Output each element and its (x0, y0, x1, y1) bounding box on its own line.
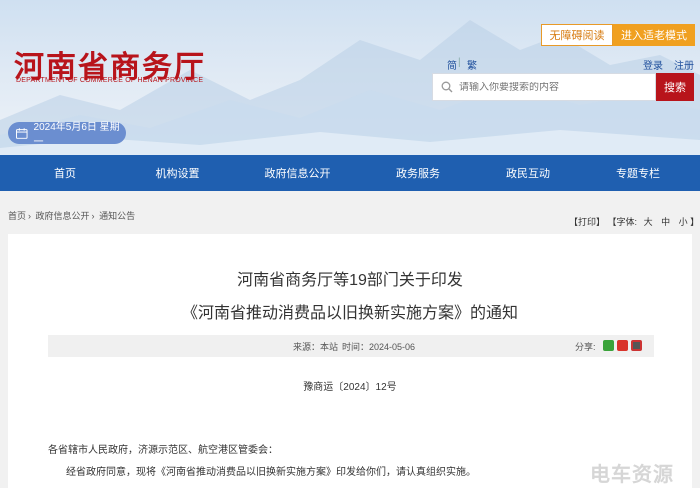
nav-item-topics[interactable]: 专题专栏 (602, 155, 674, 191)
lang-separator: | (458, 57, 461, 68)
breadcrumb-separator: › (91, 211, 95, 221)
breadcrumb-notices[interactable]: 通知公告 (99, 211, 135, 221)
font-small-button[interactable]: 小 (679, 217, 688, 227)
calendar-icon (16, 127, 28, 139)
register-link[interactable]: 注册 (674, 57, 694, 72)
search-input[interactable] (459, 81, 649, 93)
article-tools: 【打印】 【字体: 大 中 小 】 (569, 215, 699, 228)
nav-item-organization[interactable]: 机构设置 (140, 155, 215, 191)
article-title-line1: 河南省商务厅等19部门关于印发 (237, 272, 463, 289)
date-text: 2024年5月6日 星期一 (33, 122, 120, 148)
font-large-button[interactable]: 大 (644, 217, 653, 227)
breadcrumb-home[interactable]: 首页 (8, 211, 26, 221)
article-title-line2: 《河南省推动消费品以旧换新实施方案》的通知 (181, 305, 518, 322)
wechat-share-icon[interactable] (603, 340, 614, 351)
article-time: 时间：2024-05-06 (342, 342, 416, 352)
breadcrumb-gov-info[interactable]: 政府信息公开 (36, 211, 90, 221)
weibo-share-icon[interactable] (617, 340, 628, 351)
watermark: 电车资源 (590, 464, 674, 486)
elder-mode-button[interactable]: 进入适老模式 (613, 24, 695, 46)
lang-simplified-link[interactable]: 简 (447, 57, 457, 72)
article-meta: 来源：本站 时间：2024-05-06 分享: (48, 335, 654, 357)
qzone-share-icon[interactable] (631, 340, 642, 351)
article-recipients: 各省辖市人民政府，济源示范区、航空港区管委会： (48, 445, 278, 456)
site-header: 河南省商务厅 DEPARTMENT OF COMMERCE OF HENAN P… (0, 0, 700, 155)
nav-item-gov-info[interactable]: 政府信息公开 (255, 155, 340, 191)
font-medium-button[interactable]: 中 (661, 217, 670, 227)
share-label: 分享: (575, 342, 596, 352)
nav-item-home[interactable]: 首页 (30, 155, 100, 191)
main-nav: 首页 机构设置 政府信息公开 政务服务 政民互动 专题专栏 (0, 155, 700, 191)
login-link[interactable]: 登录 (643, 57, 663, 72)
date-badge: 2024年5月6日 星期一 (8, 122, 126, 148)
site-title-en: DEPARTMENT OF COMMERCE OF HENAN PROVINCE (16, 77, 204, 84)
font-size-end: 】 (690, 217, 700, 227)
accessibility-button[interactable]: 无障碍阅读 (541, 24, 613, 46)
nav-item-services[interactable]: 政务服务 (382, 155, 454, 191)
search-box (432, 73, 656, 101)
font-size-label: 【字体: (607, 217, 638, 227)
document-number: 豫商运〔2024〕12号 (303, 382, 397, 393)
article-body: 经省政府同意，现将《河南省推动消费品以旧换新实施方案》印发给你们，请认真组织实施… (66, 467, 476, 478)
search-icon (441, 81, 453, 93)
lang-traditional-link[interactable]: 繁 (467, 57, 477, 72)
article-source: 来源：本站 (293, 342, 339, 352)
nav-item-interaction[interactable]: 政民互动 (492, 155, 564, 191)
breadcrumb-separator: › (28, 211, 32, 221)
breadcrumb: 首页 › 政府信息公开 › 通知公告 (8, 209, 137, 222)
search-button[interactable]: 搜索 (656, 73, 694, 101)
print-button[interactable]: 【打印】 (569, 217, 605, 227)
